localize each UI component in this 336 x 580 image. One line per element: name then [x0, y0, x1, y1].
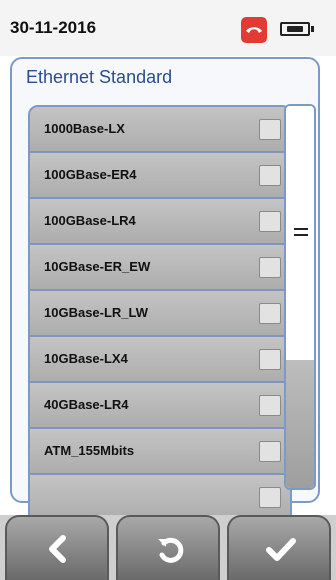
list-item[interactable]: 10GBase-LR_LW: [30, 291, 290, 337]
list-item[interactable]: 10GBase-LX4: [30, 337, 290, 383]
battery-icon: [280, 22, 314, 36]
list-item-label: 10GBase-LX4: [44, 351, 128, 366]
scrollbar[interactable]: [284, 104, 316, 490]
list-item[interactable]: 100GBase-LR4: [30, 199, 290, 245]
scroll-track[interactable]: [286, 360, 314, 488]
list-item-label: ATM_155Mbits: [44, 443, 135, 458]
checkbox[interactable]: [259, 487, 281, 508]
checkbox[interactable]: [259, 349, 281, 370]
list-item[interactable]: 10GBase-ER_EW: [30, 245, 290, 291]
standard-list: 1000Base-LX 100GBase-ER4 100GBase-LR4 10…: [28, 105, 292, 549]
scroll-thumb[interactable]: [286, 106, 314, 356]
list-item[interactable]: 100GBase-ER4: [30, 153, 290, 199]
grip-icon: [294, 228, 308, 236]
checkbox[interactable]: [259, 165, 281, 186]
list-item-label: 100GBase-LR4: [44, 213, 136, 228]
panel-title: Ethernet Standard: [26, 67, 173, 87]
chevron-left-icon: [49, 535, 66, 563]
checkbox[interactable]: [259, 441, 281, 462]
list-item-label: 40GBase-LR4: [44, 397, 129, 412]
back-button[interactable]: [5, 515, 109, 580]
checkbox[interactable]: [259, 303, 281, 324]
status-bar: 30-11-2016: [0, 0, 336, 56]
list-item-label: 10GBase-ER_EW: [44, 259, 151, 274]
list-item[interactable]: ATM_155Mbits: [30, 429, 290, 475]
ethernet-standard-panel: Ethernet Standard 1000Base-LX 100GBase-E…: [10, 57, 320, 549]
list-item[interactable]: 1000Base-LX: [30, 107, 290, 153]
checkbox[interactable]: [259, 119, 281, 140]
checkbox[interactable]: [259, 395, 281, 416]
undo-icon: [158, 537, 184, 563]
list-item-label: 1000Base-LX: [44, 121, 125, 136]
list-item[interactable]: 40GBase-LR4: [30, 383, 290, 429]
list-item-label: 10GBase-LR_LW: [44, 305, 149, 320]
confirm-button[interactable]: [227, 515, 331, 580]
phone-hangup-icon[interactable]: [241, 17, 267, 43]
checkmark-icon: [266, 538, 296, 561]
date-label: 30-11-2016: [10, 18, 97, 37]
list-item-label: 100GBase-ER4: [44, 167, 137, 182]
checkbox[interactable]: [259, 211, 281, 232]
checkbox[interactable]: [259, 257, 281, 278]
undo-button[interactable]: [116, 515, 220, 580]
bottom-toolbar: [0, 515, 336, 580]
